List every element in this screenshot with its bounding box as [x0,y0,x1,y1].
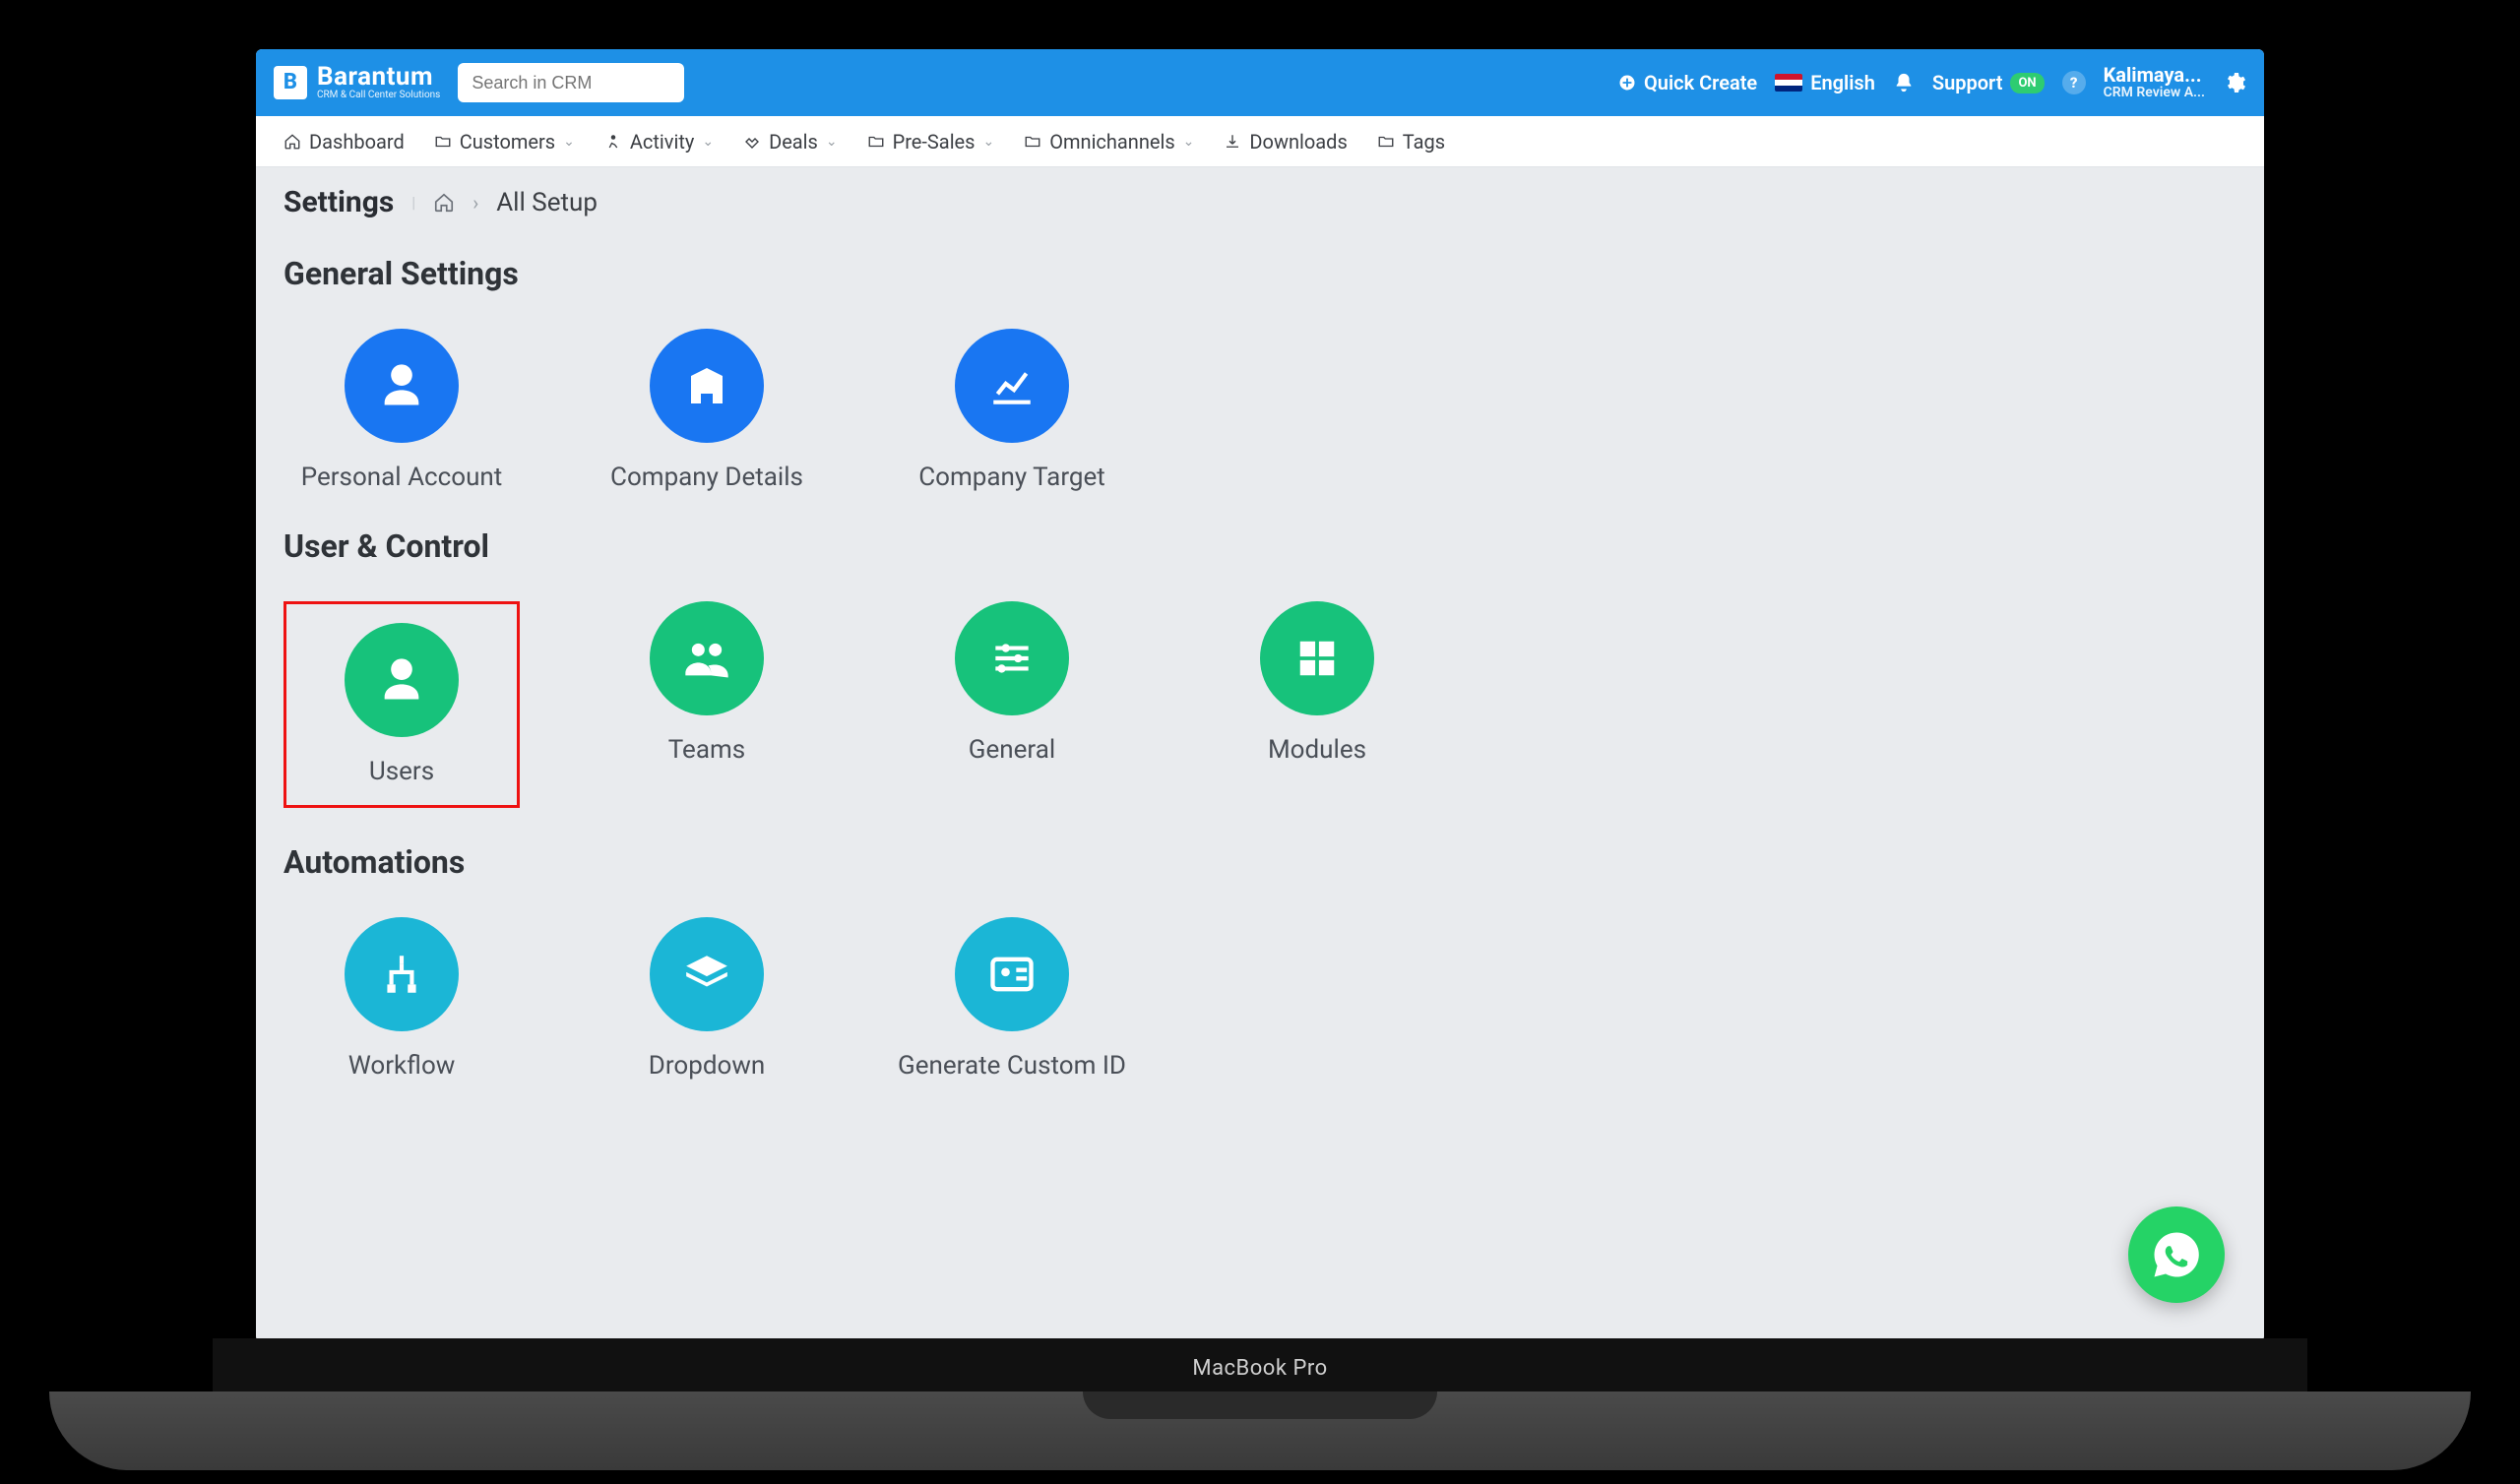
breadcrumb: Settings | › All Setup [284,185,2236,219]
chevron-down-icon: ⌄ [563,134,575,150]
tile-label: Generate Custom ID [898,1051,1126,1081]
workflow-icon [345,917,459,1031]
section-user-control: User & Control [284,527,489,568]
tile-personal-account[interactable]: Personal Account [284,329,520,492]
user-name: Kalimaya... [2104,64,2205,86]
page-body: Settings | › All Setup General Settings … [256,167,2264,1120]
top-bar: B Barantum CRM & Call Center Solutions Q… [256,49,2264,116]
question-icon: ? [2062,71,2086,94]
gear-icon [2223,71,2246,94]
folder-icon [1377,133,1395,151]
nav-label: Deals [769,130,818,154]
folder-icon [1024,133,1041,151]
nav-customers[interactable]: Customers ⌄ [434,130,575,154]
flag-uk-icon [1775,74,1802,92]
laptop-label: MacBook Pro [0,1356,2520,1381]
main-nav: Dashboard Customers ⌄ Activity ⌄ Deals ⌄ [256,116,2264,167]
user-menu[interactable]: Kalimaya... CRM Review A... [2104,64,2205,100]
breadcrumb-current: All Setup [496,188,598,217]
section-general-settings: General Settings [284,255,519,295]
handshake-icon [743,133,761,151]
layers-icon [650,917,764,1031]
nav-label: Dashboard [309,130,405,154]
tile-company-target[interactable]: Company Target [894,329,1130,492]
tile-users[interactable]: Users [284,601,520,808]
brand-mark-icon: B [274,66,307,99]
chevron-right-icon: › [472,191,478,215]
nav-label: Tags [1403,130,1445,154]
chevron-down-icon: ⌄ [702,134,714,150]
bell-icon [1893,72,1915,93]
home-icon[interactable] [433,192,455,214]
nav-label: Omnichannels [1049,130,1174,154]
brand-tagline: CRM & Call Center Solutions [317,91,440,101]
help-button[interactable]: ? [2062,71,2086,94]
brand-name: Barantum [317,64,440,91]
search-input[interactable] [458,63,684,102]
tile-general[interactable]: General [894,601,1130,808]
nav-dashboard[interactable]: Dashboard [284,130,405,154]
tile-generate-id[interactable]: Generate Custom ID [894,917,1130,1081]
nav-tags[interactable]: Tags [1377,130,1445,154]
tile-dropdown[interactable]: Dropdown [589,917,825,1081]
user-icon [345,623,459,737]
support-label: Support [1932,71,2003,94]
plus-circle-icon [1618,74,1636,92]
tile-label: Dropdown [649,1051,765,1081]
nav-activity[interactable]: Activity ⌄ [604,130,714,154]
app-window: B Barantum CRM & Call Center Solutions Q… [256,49,2264,1342]
tile-label: Company Details [610,463,803,492]
page-title: Settings [284,185,394,219]
building-icon [650,329,764,443]
nav-label: Customers [460,130,555,154]
folder-icon [434,133,452,151]
user-subtitle: CRM Review A... [2104,86,2205,100]
tile-label: Personal Account [301,463,503,492]
nav-downloads[interactable]: Downloads [1224,130,1347,154]
nav-label: Downloads [1249,130,1347,154]
language-label: English [1810,71,1875,94]
user-icon [345,329,459,443]
tile-label: General [969,735,1055,765]
section-automations: Automations [284,843,465,884]
download-icon [1224,133,1241,151]
tile-label: Workflow [348,1051,456,1081]
chevron-down-icon: ⌄ [826,134,838,150]
home-icon [284,133,301,151]
chart-line-icon [955,329,1069,443]
settings-gear-button[interactable] [2223,71,2246,94]
tile-modules[interactable]: Modules [1199,601,1435,808]
team-icon [650,601,764,715]
chevron-down-icon: ⌄ [982,134,994,150]
support-link[interactable]: Support ON [1932,71,2045,94]
tile-workflow[interactable]: Workflow [284,917,520,1081]
tile-label: Teams [668,735,745,765]
notifications-button[interactable] [1893,72,1915,93]
nav-deals[interactable]: Deals ⌄ [743,130,838,154]
nav-omnichannels[interactable]: Omnichannels ⌄ [1024,130,1194,154]
language-switch[interactable]: English [1775,71,1875,94]
nav-label: Pre-Sales [893,130,976,154]
support-status-badge: ON [2010,73,2044,93]
quick-create-button[interactable]: Quick Create [1618,71,1757,94]
grid-icon [1260,601,1374,715]
brand-logo[interactable]: B Barantum CRM & Call Center Solutions [274,64,440,101]
tile-label: Company Target [918,463,1105,492]
folder-icon [867,133,885,151]
nav-pre-sales[interactable]: Pre-Sales ⌄ [867,130,995,154]
tile-label: Users [369,757,434,786]
quick-create-label: Quick Create [1644,71,1757,94]
whatsapp-fab[interactable] [2128,1206,2225,1303]
tile-teams[interactable]: Teams [589,601,825,808]
sliders-icon [955,601,1069,715]
tile-company-details[interactable]: Company Details [589,329,825,492]
tile-label: Modules [1268,735,1366,765]
person-run-icon [604,133,622,151]
id-card-icon [955,917,1069,1031]
nav-label: Activity [630,130,694,154]
chevron-down-icon: ⌄ [1183,134,1195,150]
whatsapp-icon [2150,1228,2203,1281]
